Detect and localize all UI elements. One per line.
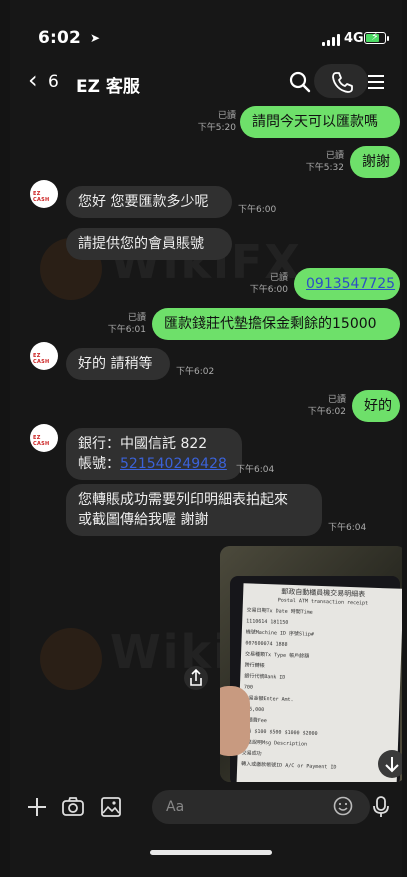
receipt-row: 700: [243, 684, 254, 691]
receipt-row: 007600074 1888: [245, 640, 288, 648]
battery-icon: ⚡: [364, 30, 389, 44]
signal-icon: [322, 34, 342, 46]
home-indicator: [150, 850, 272, 855]
received-message[interactable]: 好的 請稍等: [66, 348, 170, 380]
receipt-row: 銀行代號Bank ID: [244, 673, 286, 681]
receipt-row: 手續費Fee: [242, 717, 267, 725]
message-time: 下午6:04: [236, 465, 275, 475]
message-meta: 已讀 下午5:20: [197, 111, 236, 133]
message-time: 下午6:02: [176, 367, 215, 377]
account-link[interactable]: 521540249428: [120, 456, 227, 472]
emoji-icon[interactable]: [332, 795, 354, 817]
avatar[interactable]: EZ CASH: [30, 342, 58, 370]
status-time: 6:02: [38, 28, 82, 48]
search-icon[interactable]: [286, 68, 314, 96]
avatar[interactable]: EZ CASH: [30, 180, 58, 208]
receipt-row: 交易成功: [241, 750, 262, 758]
sent-message[interactable]: 0913547725: [294, 268, 400, 300]
receipt-row: 訊息說明Msg Description: [241, 739, 308, 748]
receipt-row: $15 $100 $500 $1000 $2000: [242, 728, 318, 737]
received-message[interactable]: 您好 您要匯款多少呢: [66, 186, 232, 218]
hand-image: [220, 686, 250, 756]
status-bar: 6:02 ➤ 4G ⚡: [10, 28, 402, 52]
sent-message[interactable]: 匯款錢莊代墊擔保金剩餘的15000: [152, 308, 400, 340]
message-meta: 已讀 下午6:01: [107, 313, 146, 335]
plus-icon[interactable]: [24, 794, 50, 820]
chat-header: ‹ 6 EZ 客服: [10, 64, 402, 100]
receipt-row: 機號Machine ID 序號Slip#: [245, 629, 315, 638]
message-meta: 已讀 下午5:32: [305, 151, 344, 173]
chat-title: EZ 客服: [76, 77, 140, 97]
receipt-row: 交易金額Enter Amt.: [243, 695, 294, 704]
receipt-row: 轉入或繳款帳號ID A/C or Payment ID: [241, 761, 337, 771]
receipt-row: 交易日期Tx Date 時間Time: [246, 607, 313, 616]
message-time: 下午6:00: [238, 205, 277, 215]
receipt-image: 郵政自動櫃員機交易明細表 Postal ATM transaction rece…: [236, 583, 402, 782]
sent-message[interactable]: 謝謝: [350, 146, 400, 178]
message-meta: 已讀 下午6:02: [307, 395, 346, 417]
scroll-down-icon[interactable]: [378, 750, 402, 778]
share-icon[interactable]: [184, 666, 208, 690]
location-icon: ➤: [90, 31, 101, 45]
photo-message[interactable]: 郵政自動櫃員機交易明細表 Postal ATM transaction rece…: [220, 546, 402, 782]
receipt-row: 1110614 181150: [246, 618, 289, 626]
avatar[interactable]: EZ CASH: [30, 424, 58, 452]
back-chevron-icon[interactable]: ‹: [28, 68, 38, 92]
phone-screen: WikiFX WikiFX 6:02 ➤ 4G ⚡ ‹ 6 EZ 客服 已讀 下…: [10, 0, 402, 877]
receipt-row: 跨行轉帳: [244, 662, 265, 670]
bank-line: 銀行：中國信託 822: [78, 436, 208, 452]
menu-icon[interactable]: [362, 68, 390, 96]
phone-icon[interactable]: [328, 68, 356, 96]
received-message[interactable]: 銀行：中國信託 822 帳號：521540249428: [66, 428, 242, 480]
received-message[interactable]: 請提供您的會員賬號: [66, 228, 232, 260]
sent-message[interactable]: 請問今天可以匯款嗎: [240, 106, 400, 138]
receipt-row: 交易種類Tx Type 帳戶餘額: [244, 651, 310, 660]
camera-icon[interactable]: [60, 794, 86, 820]
received-message[interactable]: 您轉賬成功需要列印明細表拍起來 或截圖傳給我喔 謝謝: [66, 484, 322, 536]
phone-link[interactable]: 0913547725: [306, 276, 395, 292]
message-meta: 已讀 下午6:00: [249, 273, 288, 295]
message-list[interactable]: 已讀 下午5:20 請問今天可以匯款嗎 已讀 下午5:32 謝謝 EZ CASH 您…: [10, 100, 402, 782]
unread-count[interactable]: 6: [48, 72, 59, 92]
network-type: 4G: [344, 31, 364, 46]
microphone-icon[interactable]: [368, 794, 394, 820]
receipt-row: $15,000: [243, 706, 265, 714]
sent-message[interactable]: 好的: [352, 390, 400, 422]
message-time: 下午6:04: [328, 523, 367, 533]
account-line: 帳號：521540249428: [78, 456, 227, 472]
image-icon[interactable]: [98, 794, 124, 820]
input-bar: Aa: [10, 788, 402, 828]
